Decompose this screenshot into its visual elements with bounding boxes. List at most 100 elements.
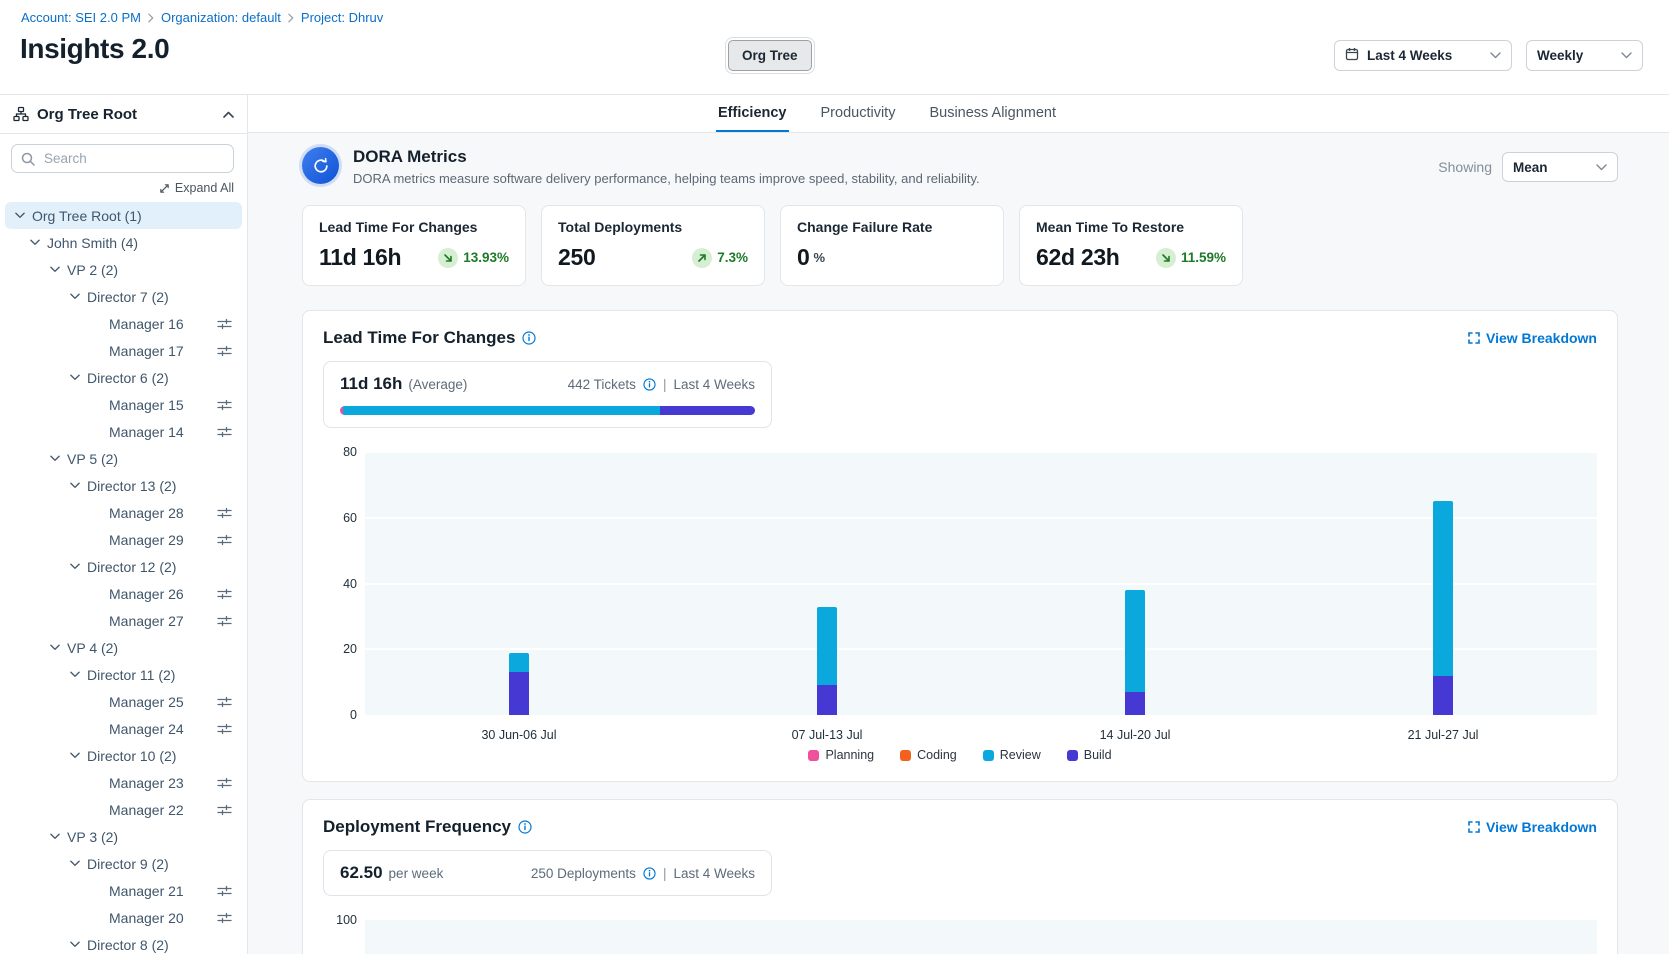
view-breakdown-label: View Breakdown xyxy=(1486,330,1597,346)
legend-label: Planning xyxy=(825,748,874,762)
tree-item-manager-15[interactable]: Manager 15 xyxy=(0,391,247,418)
tree-item-director-9-2[interactable]: Director 9 (2) xyxy=(0,850,247,877)
bar-segment-build xyxy=(1433,676,1453,715)
filter-icon[interactable] xyxy=(217,345,232,357)
tree-item-manager-29[interactable]: Manager 29 xyxy=(0,526,247,553)
tree-item-director-11-2[interactable]: Director 11 (2) xyxy=(0,661,247,688)
view-breakdown-button[interactable]: View Breakdown xyxy=(1468,819,1597,835)
chevron-down-icon[interactable] xyxy=(70,752,80,759)
tree-item-director-12-2[interactable]: Director 12 (2) xyxy=(0,553,247,580)
filter-icon[interactable] xyxy=(217,318,232,330)
tree-item-director-13-2[interactable]: Director 13 (2) xyxy=(0,472,247,499)
legend-item-coding[interactable]: Coding xyxy=(900,748,957,762)
chevron-down-icon[interactable] xyxy=(70,563,80,570)
breadcrumb-link[interactable]: Organization: default xyxy=(161,10,281,25)
filter-icon[interactable] xyxy=(217,912,232,924)
chevron-down-icon xyxy=(1490,52,1501,59)
breadcrumb-link[interactable]: Project: Dhruv xyxy=(301,10,383,25)
tree-item-manager-28[interactable]: Manager 28 xyxy=(0,499,247,526)
bar-segment-build xyxy=(1125,692,1145,715)
info-icon[interactable] xyxy=(522,331,536,345)
chevron-up-icon[interactable] xyxy=(223,111,234,118)
info-icon[interactable] xyxy=(643,378,656,391)
filter-icon[interactable] xyxy=(217,507,232,519)
filter-icon[interactable] xyxy=(217,426,232,438)
tree-item-manager-27[interactable]: Manager 27 xyxy=(0,607,247,634)
breadcrumb: Account: SEI 2.0 PM Organization: default… xyxy=(21,10,383,25)
tree-item-manager-24[interactable]: Manager 24 xyxy=(0,715,247,742)
tree-item-manager-16[interactable]: Manager 16 xyxy=(0,310,247,337)
tree-item-vp-2-2[interactable]: VP 2 (2) xyxy=(0,256,247,283)
chevron-down-icon[interactable] xyxy=(70,941,80,948)
legend-item-build[interactable]: Build xyxy=(1067,748,1112,762)
tab-bar: Efficiency Productivity Business Alignment xyxy=(248,95,1669,133)
chevron-down-icon[interactable] xyxy=(70,671,80,678)
chevron-down-icon[interactable] xyxy=(50,644,60,651)
chevron-down-icon[interactable] xyxy=(50,833,60,840)
filter-icon[interactable] xyxy=(217,399,232,411)
tree-item-manager-26[interactable]: Manager 26 xyxy=(0,580,247,607)
tree-item-manager-21[interactable]: Manager 21 xyxy=(0,877,247,904)
chevron-down-icon[interactable] xyxy=(70,374,80,381)
legend-item-planning[interactable]: Planning xyxy=(808,748,874,762)
filter-icon[interactable] xyxy=(217,723,232,735)
bar-segment-review xyxy=(1433,501,1453,675)
tab-efficiency[interactable]: Efficiency xyxy=(716,95,789,132)
tree-item-director-10-2[interactable]: Director 10 (2) xyxy=(0,742,247,769)
filter-icon[interactable] xyxy=(217,615,232,627)
breadcrumb-link[interactable]: Account: SEI 2.0 PM xyxy=(21,10,141,25)
metric-value: 11d 16h xyxy=(319,244,401,271)
chevron-down-icon[interactable] xyxy=(70,860,80,867)
tree-item-manager-25[interactable]: Manager 25 xyxy=(0,688,247,715)
view-breakdown-button[interactable]: View Breakdown xyxy=(1468,330,1597,346)
granularity-select[interactable]: Weekly xyxy=(1526,40,1643,71)
sidebar: Org Tree Root Expand All Org Tree Root (… xyxy=(0,95,248,954)
filter-icon[interactable] xyxy=(217,804,232,816)
metric-value-row: 11d 16h13.93% xyxy=(319,244,509,271)
info-icon[interactable] xyxy=(518,820,532,834)
aggregation-select[interactable]: Mean xyxy=(1502,152,1618,182)
date-range-select[interactable]: Last 4 Weeks xyxy=(1334,40,1512,71)
chart-plot-area xyxy=(365,452,1597,715)
chevron-down-icon[interactable] xyxy=(70,482,80,489)
tree-item-john-smith-4[interactable]: John Smith (4) xyxy=(0,229,247,256)
tree-item-vp-4-2[interactable]: VP 4 (2) xyxy=(0,634,247,661)
bar-segment-review xyxy=(817,607,837,686)
tree-item-vp-3-2[interactable]: VP 3 (2) xyxy=(0,823,247,850)
tab-productivity[interactable]: Productivity xyxy=(819,95,898,132)
org-tree-header[interactable]: Org Tree Root xyxy=(0,95,247,134)
tree-item-vp-5-2[interactable]: VP 5 (2) xyxy=(0,445,247,472)
filter-icon[interactable] xyxy=(217,534,232,546)
filter-icon[interactable] xyxy=(217,696,232,708)
tree-item-manager-22[interactable]: Manager 22 xyxy=(0,796,247,823)
tree-item-director-6-2[interactable]: Director 6 (2) xyxy=(0,364,247,391)
tree-item-manager-14[interactable]: Manager 14 xyxy=(0,418,247,445)
tree-item-label: VP 2 (2) xyxy=(67,262,118,278)
tab-business-alignment[interactable]: Business Alignment xyxy=(927,95,1058,132)
expand-icon xyxy=(159,183,170,194)
info-icon[interactable] xyxy=(643,867,656,880)
expand-all-button[interactable]: Expand All xyxy=(0,181,234,195)
search-input[interactable] xyxy=(42,150,224,167)
tree-item-director-7-2[interactable]: Director 7 (2) xyxy=(0,283,247,310)
tree-item-director-8-2[interactable]: Director 8 (2) xyxy=(0,931,247,954)
org-tree-button[interactable]: Org Tree xyxy=(728,40,812,71)
legend-item-review[interactable]: Review xyxy=(983,748,1041,762)
legend-swatch xyxy=(983,750,994,761)
tree-item-manager-23[interactable]: Manager 23 xyxy=(0,769,247,796)
tree-item-manager-17[interactable]: Manager 17 xyxy=(0,337,247,364)
filter-icon[interactable] xyxy=(217,588,232,600)
tree-item-org-tree-root-1[interactable]: Org Tree Root (1) xyxy=(5,202,242,229)
tree-item-manager-20[interactable]: Manager 20 xyxy=(0,904,247,931)
chevron-down-icon[interactable] xyxy=(15,212,25,219)
legend-label: Coding xyxy=(917,748,957,762)
chevron-down-icon[interactable] xyxy=(50,266,60,273)
chevron-down-icon[interactable] xyxy=(50,455,60,462)
chevron-down-icon[interactable] xyxy=(70,293,80,300)
filter-icon[interactable] xyxy=(217,885,232,897)
tree-item-label: Manager 17 xyxy=(109,343,184,359)
filter-icon[interactable] xyxy=(217,777,232,789)
legend-label: Review xyxy=(1000,748,1041,762)
chevron-down-icon[interactable] xyxy=(30,239,40,246)
sidebar-body: Expand All Org Tree Root (1)John Smith (… xyxy=(0,134,247,954)
